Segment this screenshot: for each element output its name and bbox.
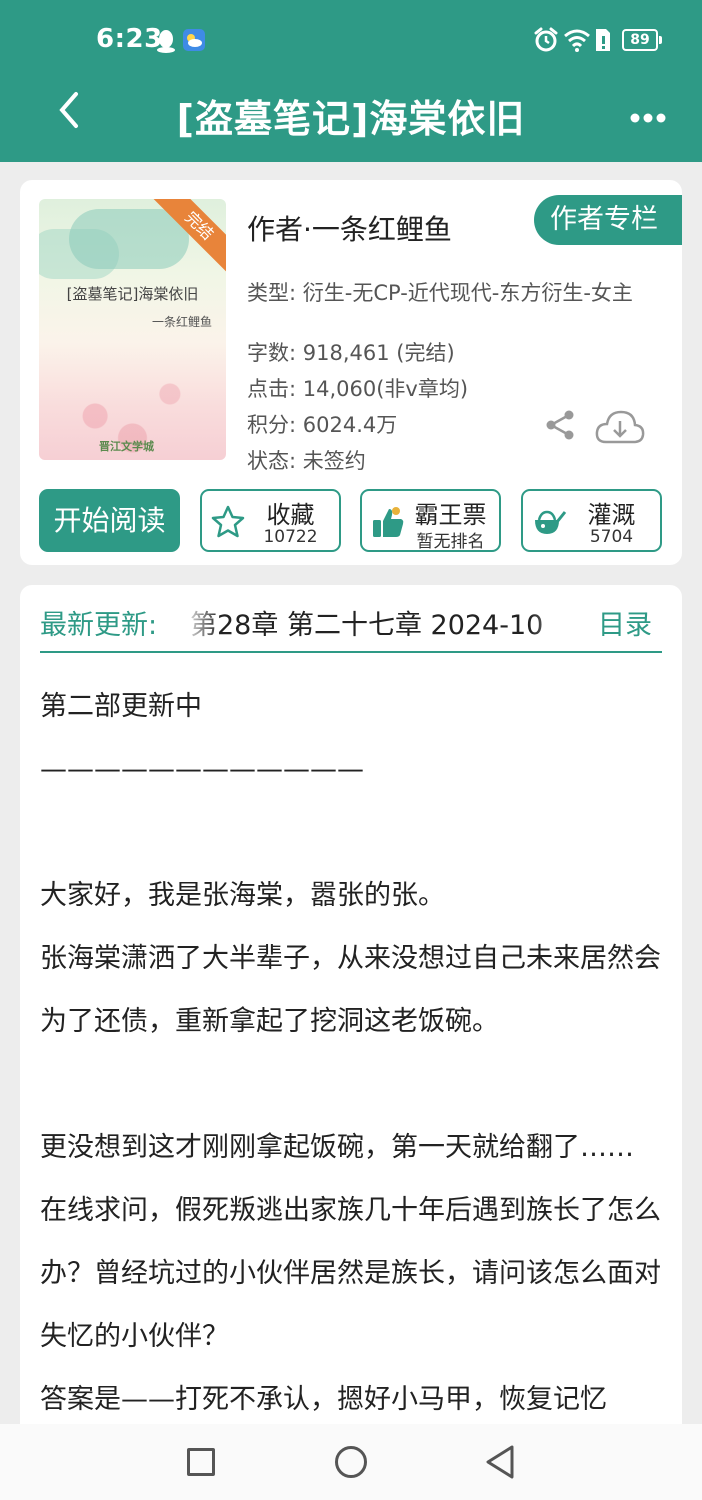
qq-icon <box>156 28 176 58</box>
cover-title: [盗墓笔记]海棠依旧 <box>66 285 199 303</box>
back-nav-icon[interactable] <box>484 1444 516 1480</box>
page-title: [盗墓笔记]海棠依旧 <box>176 97 526 141</box>
share-icon[interactable] <box>544 409 576 441</box>
favorite-label: 收藏 <box>266 501 315 529</box>
description-line: 第二部更新中 <box>40 691 202 722</box>
status-time: 6:23 <box>96 24 163 54</box>
thumbs-up-icon <box>370 504 406 540</box>
more-icon[interactable] <box>630 108 666 123</box>
description-card: 最新更新: 第28章 第二十七章 2024-10 目录 第二部更新中 —————… <box>20 585 682 1485</box>
favorite-button[interactable]: 收藏 10722 <box>200 489 341 552</box>
catalog-link[interactable]: 目录 <box>598 603 652 642</box>
water-label: 灌溉 <box>587 501 636 529</box>
alarm-icon <box>533 27 559 57</box>
description-line: ———————————— <box>40 754 364 785</box>
system-nav-bar <box>0 1424 702 1500</box>
battery-indicator: 89 <box>622 29 662 51</box>
status-bar: 6:23 89 <box>0 24 702 60</box>
description-line: 张海棠潇洒了大半辈子，从来没想过自己未来居然会为了还债，重新拿起了挖洞这老饭碗。 <box>40 943 661 1037</box>
recent-apps-icon[interactable] <box>187 1448 215 1476</box>
author-column-button[interactable]: 作者专栏 <box>534 195 682 245</box>
description-line <box>40 801 662 864</box>
cover-logo: 晋江文学城 <box>99 440 154 453</box>
description-line <box>40 1053 662 1116</box>
book-word-count: 字数: 918,461 (完结) <box>247 341 455 365</box>
star-icon <box>210 504 246 540</box>
latest-update-bar[interactable]: 最新更新: 第28章 第二十七章 2024-10 目录 <box>40 603 662 653</box>
description-line: 在线求问，假死叛逃出家族几十年后遇到族长了怎么办？曾经坑过的小伙伴居然是族长，请… <box>40 1195 661 1352</box>
wifi-icon <box>563 28 591 56</box>
back-icon[interactable] <box>52 90 86 130</box>
book-description: 第二部更新中 ———————————— 大家好，我是张海棠，嚣张的张。 张海棠潇… <box>40 675 662 1431</box>
book-score: 积分: 6024.4万 <box>247 413 398 437</box>
author-name[interactable]: 作者·一条红鲤鱼 <box>247 208 452 248</box>
top-bar: 6:23 89 [盗墓笔记]海棠依旧 <box>0 0 702 162</box>
description-line: 答案是——打死不承认，摁好小马甲，恢复记忆 <box>40 1384 607 1415</box>
home-icon[interactable] <box>335 1446 367 1478</box>
sim-icon <box>594 27 612 57</box>
description-line: 大家好，我是张海棠，嚣张的张。 <box>40 880 445 911</box>
start-reading-button[interactable]: 开始阅读 <box>39 489 180 552</box>
book-info-card: 完结 [盗墓笔记]海棠依旧 一条红鲤鱼 晋江文学城 作者·一条红鲤鱼 作者专栏 … <box>20 180 682 565</box>
ticket-label: 霸王票 <box>414 501 487 529</box>
latest-update-value[interactable]: 第28章 第二十七章 2024-10 <box>190 603 576 642</box>
book-clicks: 点击: 14,060(非v章均) <box>247 377 469 401</box>
watering-can-icon <box>531 504 567 540</box>
cover-decoration <box>69 209 189 269</box>
ticket-rank: 暂无排名 <box>416 532 485 552</box>
latest-update-label: 最新更新: <box>40 610 158 641</box>
favorite-count: 10722 <box>263 527 318 547</box>
water-count: 5704 <box>589 527 634 547</box>
download-icon[interactable] <box>594 408 646 446</box>
cover-author: 一条红鲤鱼 <box>151 315 212 329</box>
book-status: 状态: 未签约 <box>247 449 366 473</box>
weather-icon <box>182 28 206 56</box>
ticket-button[interactable]: 霸王票 暂无排名 <box>360 489 501 552</box>
water-button[interactable]: 灌溉 5704 <box>521 489 662 552</box>
book-cover[interactable]: 完结 [盗墓笔记]海棠依旧 一条红鲤鱼 晋江文学城 <box>39 199 226 460</box>
description-line: 更没想到这才刚刚拿起饭碗，第一天就给翻了…… <box>40 1132 634 1163</box>
book-type: 类型: 衍生-无CP-近代现代-东方衍生-女主 <box>247 281 633 305</box>
